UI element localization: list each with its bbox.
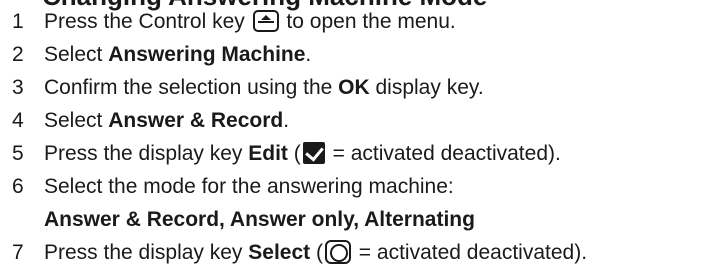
edit-key-label: Edit [248,142,288,165]
checkbox-checked-icon [302,142,325,164]
step-number: 2 [12,43,24,66]
radio-button-icon [324,240,351,264]
step-text: Select Answering Machine. [44,43,312,66]
step-text: Press the Control key to open the menu. [44,10,456,33]
ok-key-label: OK [338,76,370,99]
step-number: 4 [12,109,24,132]
step-text: Confirm the selection using the OK displ… [44,76,484,99]
control-key-icon [252,10,279,32]
menu-item-answering-machine: Answering Machine [108,43,306,66]
step-number: 1 [12,10,24,33]
step-text: Press the display key Select ( = activat… [44,240,588,264]
step-number: 3 [12,76,24,99]
step-number: 5 [12,142,24,165]
mode-options: Answer & Record, Answer only, Alternatin… [44,208,475,231]
step-text: Press the display key Edit ( = activated… [44,142,561,165]
menu-item-answer-record: Answer & Record [108,109,284,132]
step-text: Select Answer & Record. [44,109,290,132]
select-key-label: Select [248,241,311,264]
step-number: 6 [12,175,24,198]
step-text: Select the mode for the answering machin… [44,175,454,198]
step-number: 7 [12,241,24,264]
instruction-document: Changing Answering Machine Mode 1 Press … [0,0,727,279]
